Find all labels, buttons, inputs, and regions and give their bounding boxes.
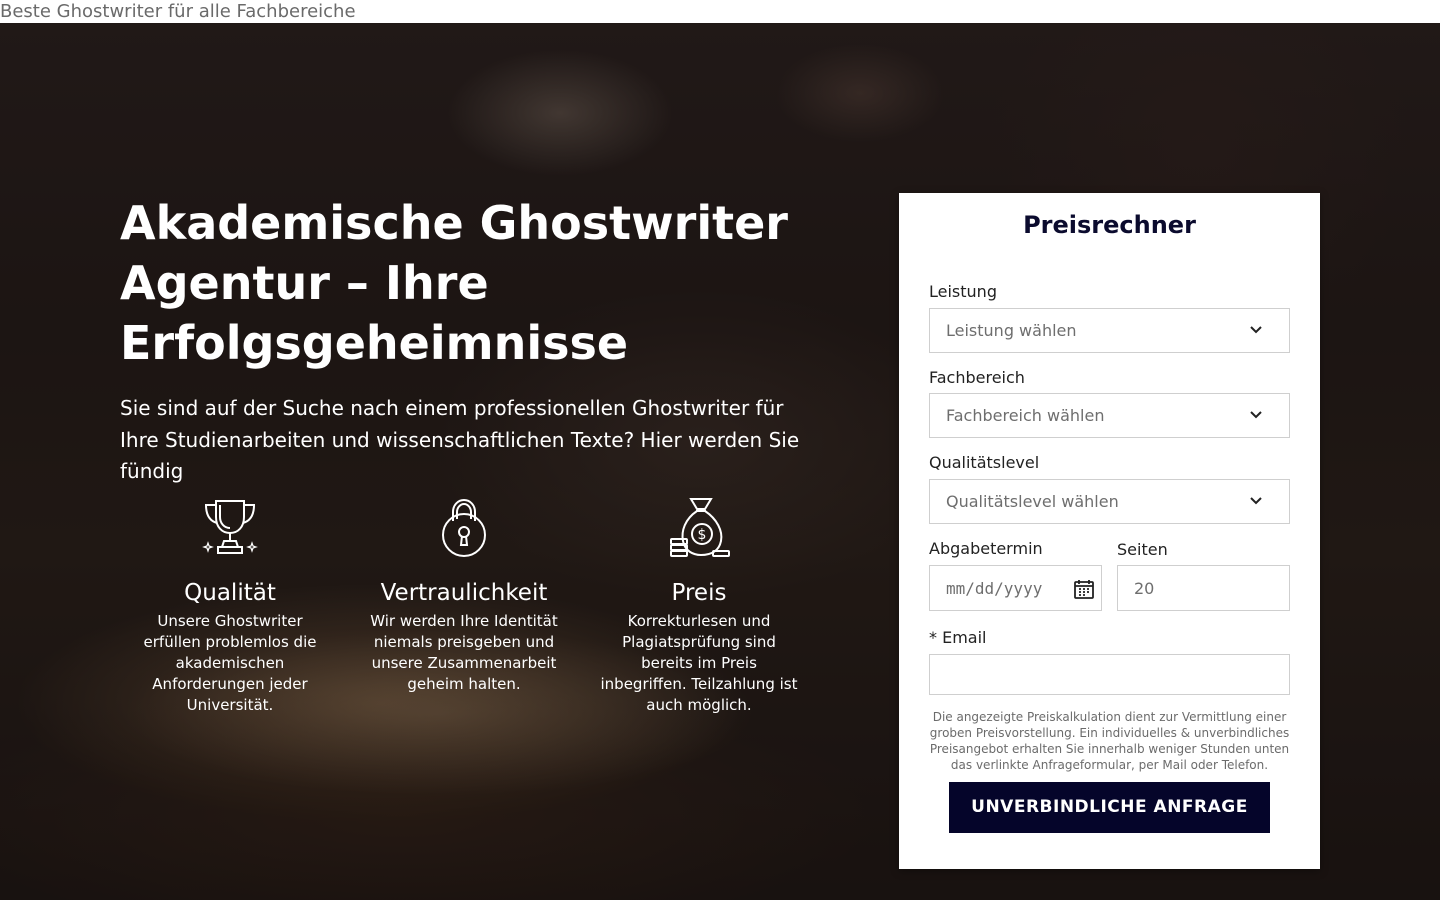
top-banner: Beste Ghostwriter für alle Fachbereiche (0, 0, 1440, 23)
trophy-icon (202, 500, 258, 554)
calculator-title: Preisrechner (1023, 211, 1196, 239)
email-field[interactable] (929, 654, 1290, 695)
field-select-value: Fachbereich wählen (946, 406, 1105, 425)
submit-request-button[interactable]: UNVERBINDLICHE ANFRAGE (949, 782, 1270, 833)
chevron-down-icon (1250, 497, 1262, 505)
chevron-down-icon (1250, 411, 1262, 419)
price-calculator: Preisrechner Leistung Leistung wählen Fa… (899, 193, 1320, 869)
feature-text: Korrekturlesen und Plagiatsprüfung sind … (600, 612, 798, 714)
feature-title: Qualität (184, 580, 276, 606)
pages-input[interactable]: 20 (1117, 565, 1290, 611)
service-label: Leistung (929, 282, 997, 301)
email-label: * Email (929, 628, 987, 647)
feature-title: Preis (671, 580, 727, 606)
top-banner-text: Beste Ghostwriter für alle Fachbereiche (0, 1, 356, 22)
feature-title: Vertraulichkeit (380, 580, 548, 606)
deadline-date-input[interactable]: mm/dd/yyyy (929, 565, 1102, 611)
feature-quality: Qualität Unsere Ghostwriter erfüllen pro… (130, 495, 330, 716)
deadline-placeholder: mm/dd/yyyy (946, 579, 1043, 598)
feature-price: $ Preis Korrekturlesen und Plagiatsprüfu… (599, 495, 799, 716)
pages-label: Seiten (1117, 540, 1168, 559)
quality-label: Qualitätslevel (929, 453, 1040, 472)
quality-select-value: Qualitätslevel wählen (946, 492, 1119, 511)
calendar-icon[interactable] (1073, 578, 1095, 600)
quality-select[interactable]: Qualitätslevel wählen (929, 479, 1290, 524)
page-title: Akademische Ghostwriter Agentur – Ihre E… (120, 196, 788, 370)
service-select[interactable]: Leistung wählen (929, 308, 1290, 353)
deadline-label: Abgabetermin (929, 539, 1043, 558)
pages-placeholder: 20 (1134, 579, 1155, 598)
field-select[interactable]: Fachbereich wählen (929, 393, 1290, 438)
field-label: Fachbereich (929, 368, 1025, 387)
price-disclaimer: Die angezeigte Preiskalkulation dient zu… (929, 710, 1290, 772)
money-bag-icon: $ (670, 498, 730, 557)
feature-confidentiality: Vertraulichkeit Wir werden Ihre Identitä… (364, 495, 564, 695)
service-select-value: Leistung wählen (946, 321, 1077, 340)
intro-text: Sie sind auf der Suche nach einem profes… (120, 396, 800, 483)
chevron-down-icon (1250, 326, 1262, 334)
feature-text: Wir werden Ihre Identität niemals preisg… (370, 612, 558, 693)
feature-text: Unsere Ghostwriter erfüllen problemlos d… (143, 612, 317, 714)
padlock-icon (442, 498, 486, 557)
svg-text:$: $ (698, 527, 707, 543)
